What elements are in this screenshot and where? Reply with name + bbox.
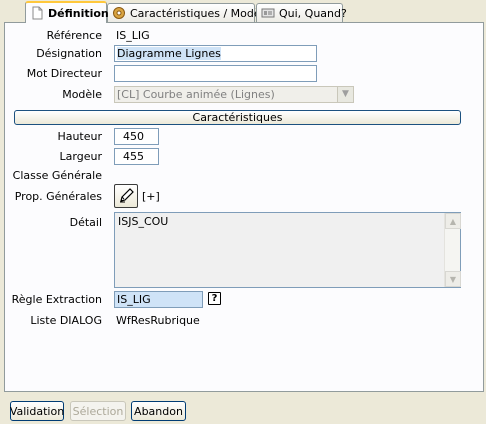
- modele-select[interactable]: [CL] Courbe animée (Lignes) ▼: [114, 86, 354, 103]
- modele-label: Modèle: [62, 88, 102, 101]
- detail-scrollbar[interactable]: ▲ ▼: [444, 213, 461, 287]
- classe-generale-label: Classe Générale: [12, 169, 102, 182]
- regle-extraction-field[interactable]: IS_LIG: [114, 291, 203, 308]
- scroll-down-icon[interactable]: ▼: [445, 271, 461, 287]
- largeur-field[interactable]: 455: [114, 148, 159, 165]
- reference-label: Référence: [46, 29, 102, 42]
- designation-label: Désignation: [36, 47, 102, 60]
- detail-label: Détail: [69, 216, 102, 229]
- caracteristiques-button[interactable]: Caractéristiques: [14, 110, 461, 125]
- prop-generales-label: Prop. Générales: [14, 190, 102, 203]
- prop-generales-expand[interactable]: [+]: [142, 190, 160, 204]
- mot-directeur-label: Mot Directeur: [26, 67, 102, 80]
- hauteur-field[interactable]: 450: [114, 128, 159, 145]
- liste-dialog-value: WfResRubrique: [116, 314, 200, 327]
- mot-directeur-field[interactable]: [114, 65, 317, 82]
- designation-text: Diagramme Lignes: [117, 47, 221, 60]
- validation-button[interactable]: Validation: [10, 401, 64, 421]
- pen-icon: [117, 186, 135, 207]
- reference-value: IS_LIG: [116, 29, 150, 42]
- hauteur-label: Hauteur: [57, 130, 102, 143]
- chevron-down-icon[interactable]: ▼: [337, 87, 353, 102]
- help-button[interactable]: ?: [208, 292, 221, 305]
- detail-textarea[interactable]: ISJS_COU ▲ ▼: [114, 212, 461, 288]
- selection-button[interactable]: Sélection: [70, 401, 126, 421]
- regle-extraction-label: Règle Extraction: [11, 293, 102, 306]
- modele-value: [CL] Courbe animée (Lignes): [117, 88, 275, 101]
- designation-field[interactable]: Diagramme Lignes: [114, 45, 317, 62]
- liste-dialog-label: Liste DIALOG: [30, 314, 102, 327]
- largeur-label: Largeur: [59, 150, 102, 163]
- detail-text: ISJS_COU: [118, 215, 169, 228]
- abandon-button[interactable]: Abandon: [131, 401, 186, 421]
- prop-generales-button[interactable]: [114, 184, 138, 208]
- scroll-up-icon[interactable]: ▲: [445, 213, 461, 229]
